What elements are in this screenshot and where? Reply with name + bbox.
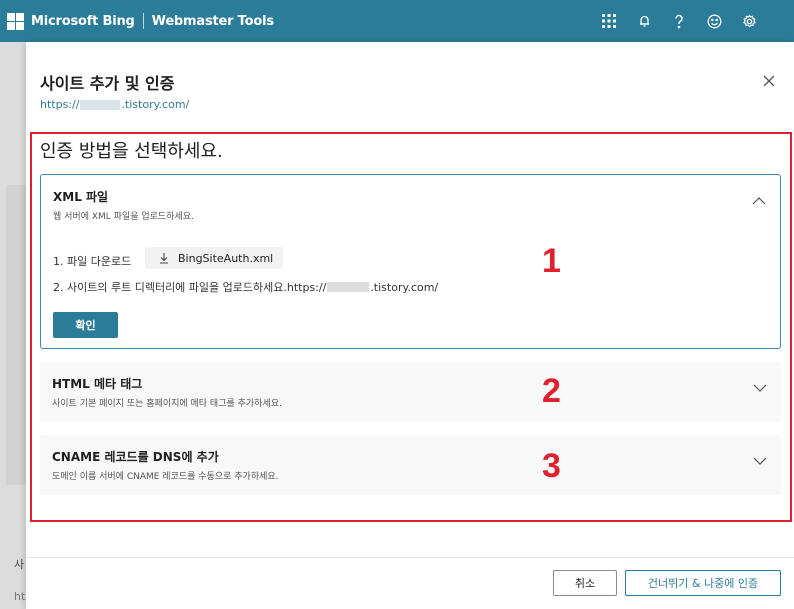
method-heading: 인증 방법을 선택하세요. <box>40 141 223 162</box>
download-file-name: BingSiteAuth.xml <box>178 251 274 265</box>
method-xml-file: XML 파일 웹 서버에 XML 파일을 업로드하세요. 1. 파일 다운로드 … <box>40 174 781 349</box>
download-icon <box>160 253 168 264</box>
top-bar: Microsoft Bing Webmaster Tools <box>0 0 794 42</box>
site-url-suffix: .tistory.com/ <box>121 98 190 111</box>
step-download-label: 1. 파일 다운로드 <box>53 255 132 268</box>
microsoft-logo-icon <box>7 12 24 30</box>
method-description: 도메인 이름 서버에 CNAME 레코드를 수동으로 추가하세요. <box>52 472 279 482</box>
feedback-smile-icon[interactable] <box>705 12 723 30</box>
annotation-number-1: 1 <box>542 242 561 280</box>
site-url-prefix: https:// <box>40 98 80 111</box>
confirm-button[interactable]: 확인 <box>53 312 118 338</box>
chevron-down-icon[interactable] <box>753 378 767 392</box>
site-url[interactable]: https:// .tistory.com/ <box>40 98 189 111</box>
add-verify-site-panel: 사이트 추가 및 인증 https:// .tistory.com/ 인증 방법… <box>26 42 794 609</box>
top-bar-actions <box>600 0 758 42</box>
step-upload-label: 2. 사이트의 루트 디렉터리에 파일을 업로드하세요. https:// .t… <box>53 280 439 295</box>
close-icon[interactable] <box>762 73 776 87</box>
brand-name[interactable]: Microsoft Bing <box>31 14 135 29</box>
product-name[interactable]: Webmaster Tools <box>152 14 274 29</box>
chevron-up-icon[interactable] <box>752 191 766 205</box>
step-url-prefix: https:// <box>286 280 327 294</box>
chevron-down-icon[interactable] <box>753 451 767 465</box>
panel-title: 사이트 추가 및 인증 <box>40 74 175 93</box>
method-title[interactable]: XML 파일 <box>53 188 108 205</box>
method-html-meta-tag[interactable]: HTML 메타 태그 사이트 기본 페이지 또는 홈페이지에 메타 태그를 추가… <box>40 362 781 422</box>
background-text: ht <box>14 590 26 603</box>
settings-gear-icon[interactable] <box>740 12 758 30</box>
background-text: 사 <box>14 558 25 571</box>
annotation-number-3: 3 <box>542 447 561 485</box>
background-card <box>6 185 26 485</box>
redacted-text <box>80 99 121 110</box>
download-xml-button[interactable]: BingSiteAuth.xml <box>145 247 283 269</box>
method-title: HTML 메타 태그 <box>52 377 143 391</box>
help-icon[interactable] <box>670 12 688 30</box>
method-cname-dns[interactable]: CNAME 레코드를 DNS에 추가 도메인 이름 서버에 CNAME 레코드를… <box>40 435 781 495</box>
annotation-number-2: 2 <box>542 372 561 410</box>
bell-icon[interactable] <box>635 12 653 30</box>
brand-divider <box>142 13 144 29</box>
redacted-text <box>327 282 370 292</box>
cancel-button[interactable]: 취소 <box>553 570 617 596</box>
step-url-suffix: .tistory.com/ <box>370 280 439 294</box>
apps-grid-icon[interactable] <box>600 12 618 30</box>
method-description: 웹 서버에 XML 파일을 업로드하세요. <box>53 212 194 222</box>
method-title: CNAME 레코드를 DNS에 추가 <box>52 450 219 464</box>
footer-divider <box>26 557 794 558</box>
skip-verify-later-button[interactable]: 건너뛰기 & 나중에 인증 <box>625 570 781 596</box>
method-description: 사이트 기본 페이지 또는 홈페이지에 메타 태그를 추가하세요. <box>52 399 282 409</box>
